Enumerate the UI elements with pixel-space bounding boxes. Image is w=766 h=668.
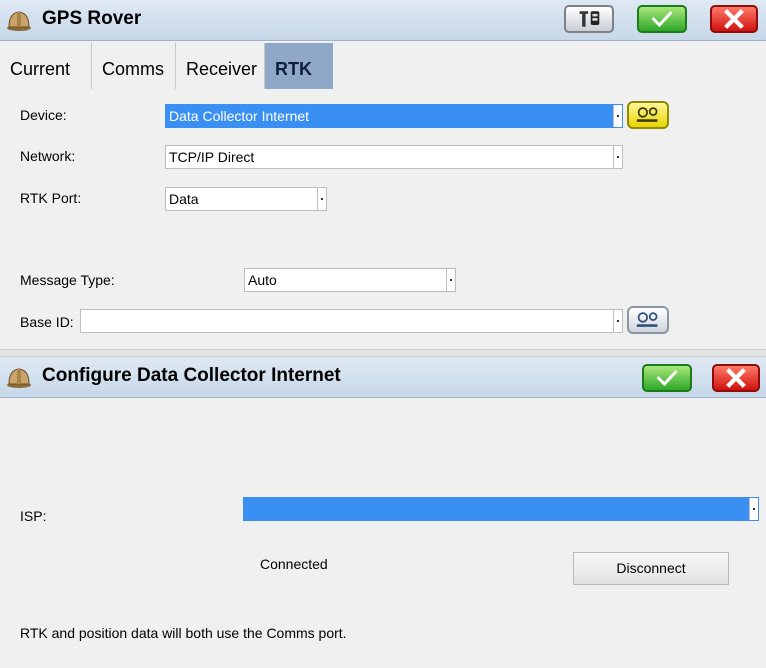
device-config-button[interactable] xyxy=(627,101,669,129)
checkmark-icon xyxy=(651,11,673,28)
base-id-label: Base ID: xyxy=(20,314,74,330)
device-value: Data Collector Internet xyxy=(169,108,310,124)
network-value: TCP/IP Direct xyxy=(169,149,255,165)
rtk-port-value: Data xyxy=(169,191,199,207)
message-type-dropdown[interactable]: Auto xyxy=(244,268,456,292)
rod-receiver-icon xyxy=(579,11,600,27)
base-id-config-button[interactable] xyxy=(627,306,669,334)
tab-comms[interactable]: Comms xyxy=(92,43,176,89)
chevron-down-icon xyxy=(446,269,455,291)
panel-divider xyxy=(0,349,766,357)
chevron-down-icon xyxy=(613,105,622,127)
footer-note: RTK and position data will both use the … xyxy=(20,625,347,641)
tab-current[interactable]: Current xyxy=(0,43,92,89)
settings-icon xyxy=(636,107,658,122)
isp-dropdown[interactable] xyxy=(243,497,759,521)
window-title: GPS Rover xyxy=(42,8,142,29)
message-type-label: Message Type: xyxy=(20,272,115,288)
network-label: Network: xyxy=(20,148,76,164)
close-icon xyxy=(724,9,744,29)
disconnect-button[interactable]: Disconnect xyxy=(573,552,729,585)
chevron-down-icon xyxy=(749,498,758,520)
close-button[interactable] xyxy=(710,5,758,33)
hardhat-icon xyxy=(7,11,31,31)
rover-tool-button[interactable] xyxy=(564,5,614,33)
network-dropdown[interactable]: TCP/IP Direct xyxy=(165,145,623,169)
close-icon xyxy=(726,368,746,388)
hardhat-icon xyxy=(7,368,31,388)
chevron-down-icon xyxy=(613,146,622,168)
settings-icon xyxy=(636,312,658,327)
dialog-title: Configure Data Collector Internet xyxy=(42,365,341,386)
chevron-down-icon xyxy=(613,310,622,332)
rtk-port-label: RTK Port: xyxy=(20,190,82,206)
dialog-close-button[interactable] xyxy=(712,364,760,392)
main-titlebar: GPS Rover xyxy=(0,0,766,41)
checkmark-icon xyxy=(656,370,678,387)
dialog-accept-button[interactable] xyxy=(642,364,692,392)
tab-receiver[interactable]: Receiver xyxy=(176,43,265,89)
chevron-down-icon xyxy=(317,188,326,210)
tab-rtk[interactable]: RTK xyxy=(265,43,333,89)
tab-bar: Current Comms Receiver RTK xyxy=(0,43,766,89)
base-id-dropdown[interactable] xyxy=(80,309,623,333)
accept-button[interactable] xyxy=(637,5,687,33)
message-type-value: Auto xyxy=(248,272,277,288)
dialog-titlebar: Configure Data Collector Internet xyxy=(0,357,766,398)
connection-status: Connected xyxy=(260,556,328,572)
rtk-port-dropdown[interactable]: Data xyxy=(165,187,327,211)
device-label: Device: xyxy=(20,107,67,123)
isp-label: ISP: xyxy=(20,508,47,524)
device-dropdown[interactable]: Data Collector Internet xyxy=(165,104,623,128)
